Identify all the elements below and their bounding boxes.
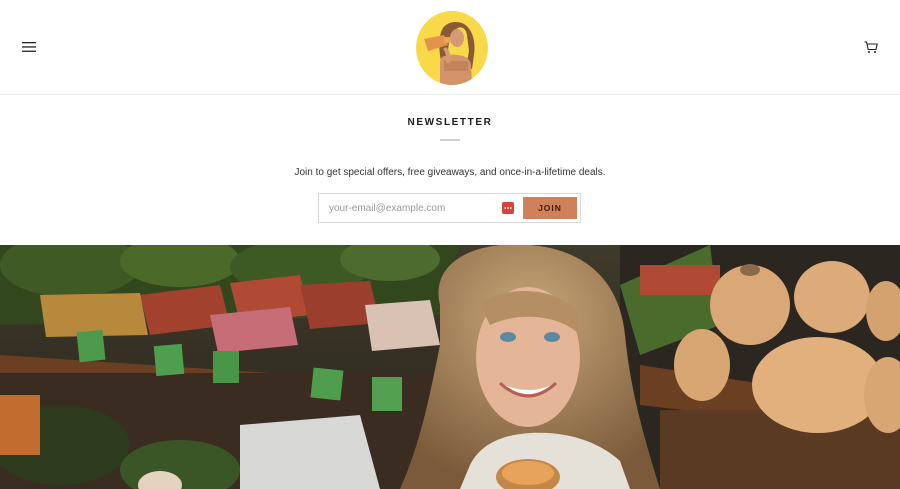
email-input[interactable] (319, 194, 499, 222)
newsletter-form: JOIN (318, 193, 581, 223)
logo-portrait-image (416, 11, 488, 85)
cart-button[interactable] (858, 36, 884, 58)
hamburger-menu-icon (22, 42, 36, 52)
title-divider (440, 139, 460, 141)
newsletter-section: NEWSLETTER Join to get special offers, f… (0, 96, 900, 245)
shopping-cart-icon (864, 40, 878, 53)
site-logo[interactable] (416, 11, 488, 85)
hero-section (0, 245, 900, 489)
menu-button[interactable] (16, 36, 42, 58)
password-manager-icon[interactable] (502, 202, 514, 214)
site-header (0, 0, 900, 95)
join-button[interactable]: JOIN (523, 197, 577, 219)
hero-image (0, 245, 900, 489)
newsletter-title: NEWSLETTER (407, 117, 493, 128)
newsletter-description: Join to get special offers, free giveawa… (294, 167, 606, 178)
